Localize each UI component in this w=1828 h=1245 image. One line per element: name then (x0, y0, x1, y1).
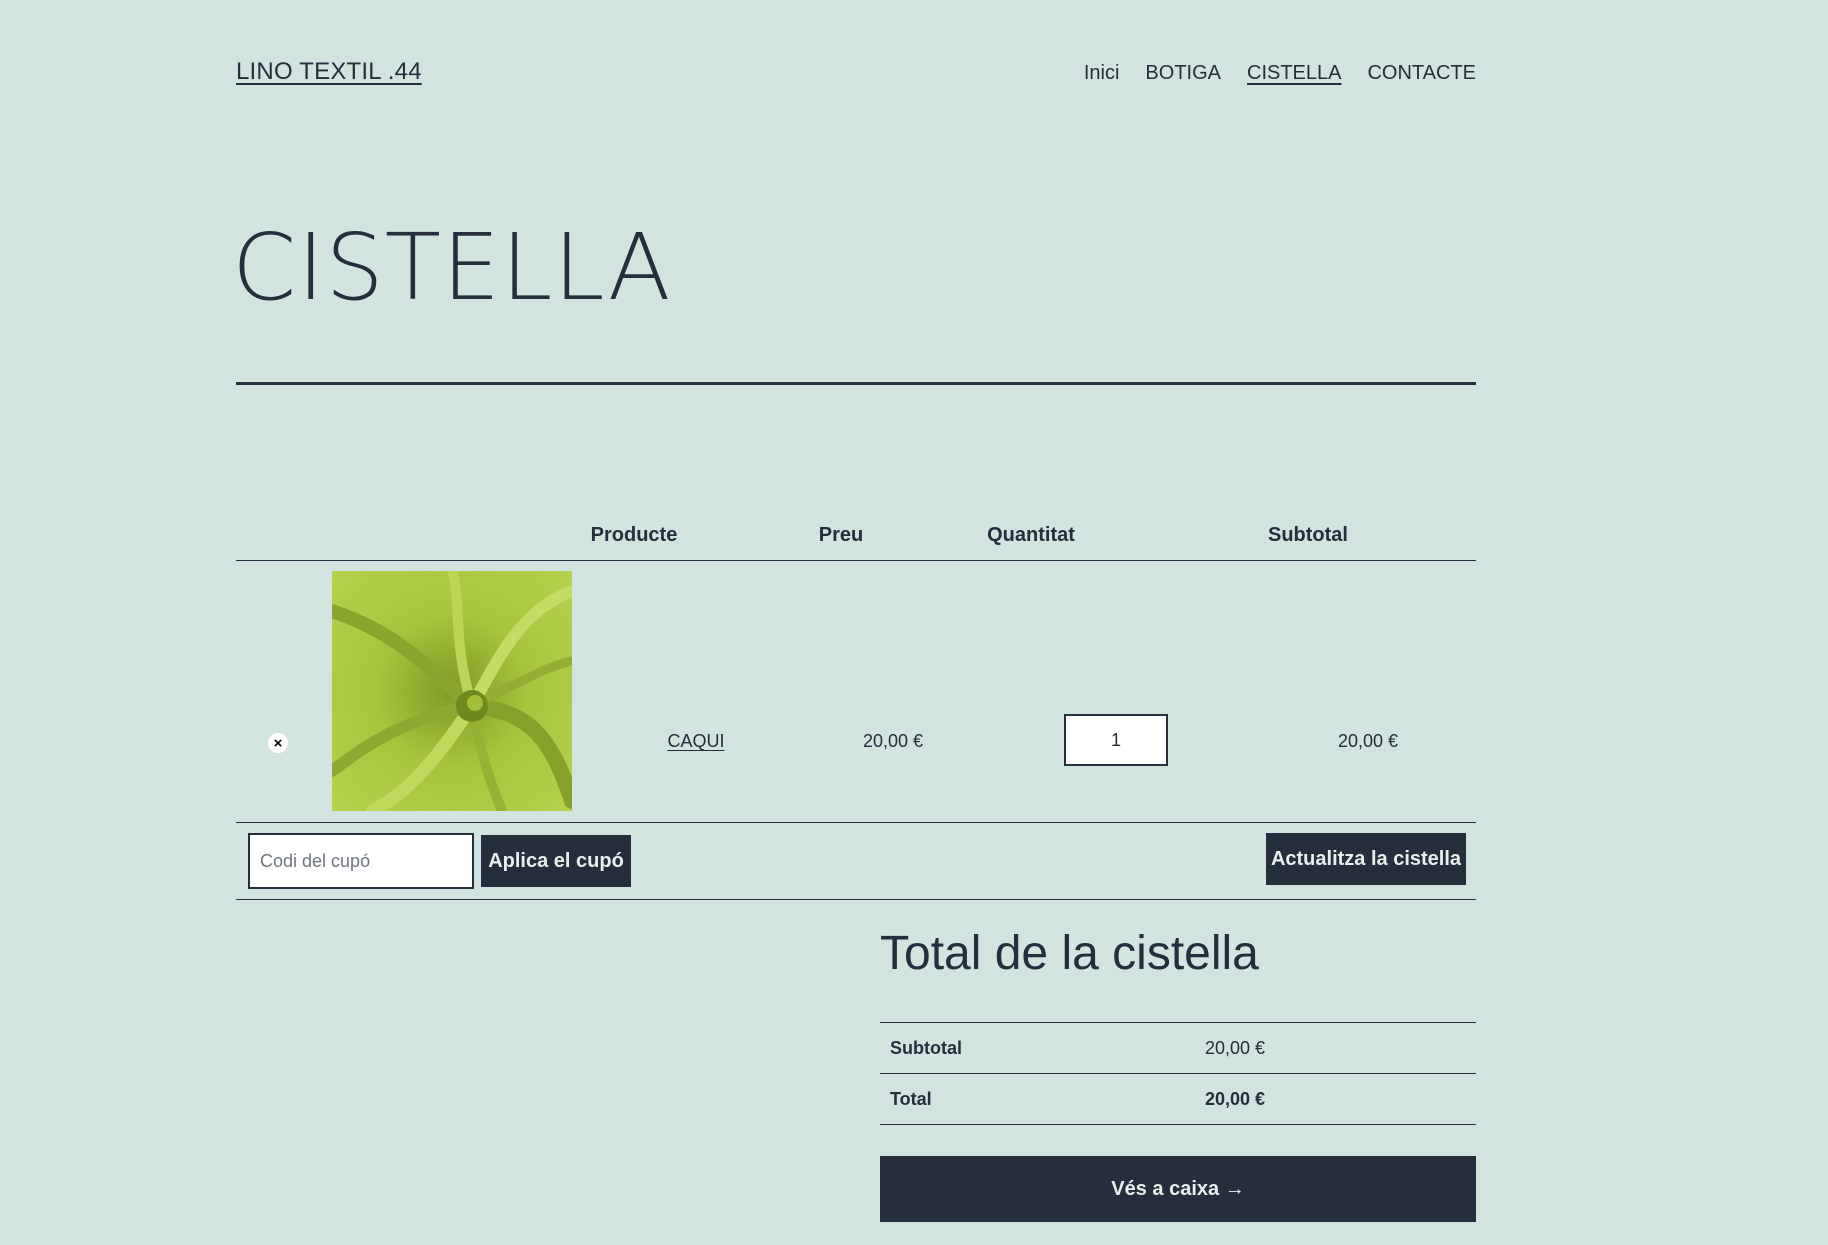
cart-totals-title: Total de la cistella (880, 927, 1259, 980)
nav-item-botiga[interactable]: BOTIGA (1145, 62, 1221, 85)
remove-item-icon[interactable]: × (268, 733, 288, 753)
header-product: Producte (590, 524, 678, 546)
header-price: Preu (818, 524, 864, 546)
nav-item-cistella[interactable]: CISTELLA (1247, 62, 1341, 85)
header-subtotal: Subtotal (1268, 524, 1348, 546)
nav-item-inici[interactable]: Inici (1084, 62, 1120, 85)
product-subtotal: 20,00 € (1337, 731, 1399, 751)
coupon-code-input[interactable] (248, 833, 474, 889)
totals-row-total: Total 20,00 € (880, 1074, 1476, 1125)
cart-actions: Aplica el cupó Actualitza la cistella (236, 823, 1476, 900)
apply-coupon-button[interactable]: Aplica el cupó (481, 835, 631, 887)
nav-item-contacte[interactable]: CONTACTE (1367, 62, 1476, 85)
totals-table: Subtotal 20,00 € Total 20,00 € (880, 1022, 1476, 1125)
cart-table: Producte Preu Quantitat Subtotal × CAQUI… (236, 510, 1476, 900)
total-value: 20,00 € (1205, 1089, 1266, 1109)
product-name-link[interactable]: CAQUI (667, 731, 724, 752)
subtotal-value: 20,00 € (1205, 1038, 1266, 1058)
header-quantity: Quantitat (987, 524, 1075, 546)
total-label: Total (890, 1089, 932, 1109)
product-price: 20,00 € (862, 731, 924, 751)
title-divider (236, 382, 1476, 385)
quantity-input[interactable] (1064, 714, 1168, 766)
cart-item-row: × CAQUI 20,00 € 1 20,00 € (236, 561, 1476, 823)
page-title: CISTELLA (232, 214, 672, 321)
update-cart-button[interactable]: Actualitza la cistella (1266, 833, 1466, 885)
checkout-button[interactable]: Vés a caixa → (880, 1156, 1476, 1222)
subtotal-label: Subtotal (890, 1038, 962, 1058)
main-nav: Inici BOTIGA CISTELLA CONTACTE (1084, 62, 1476, 85)
cart-totals: Total de la cistella Subtotal 20,00 € To… (880, 927, 1476, 1222)
totals-row-subtotal: Subtotal 20,00 € (880, 1023, 1476, 1074)
site-title-link[interactable]: LINO TEXTIL .44 (236, 58, 422, 86)
product-thumbnail[interactable] (332, 571, 572, 811)
cart-table-header: Producte Preu Quantitat Subtotal (236, 510, 1476, 561)
fabric-swirl-image (332, 571, 572, 811)
